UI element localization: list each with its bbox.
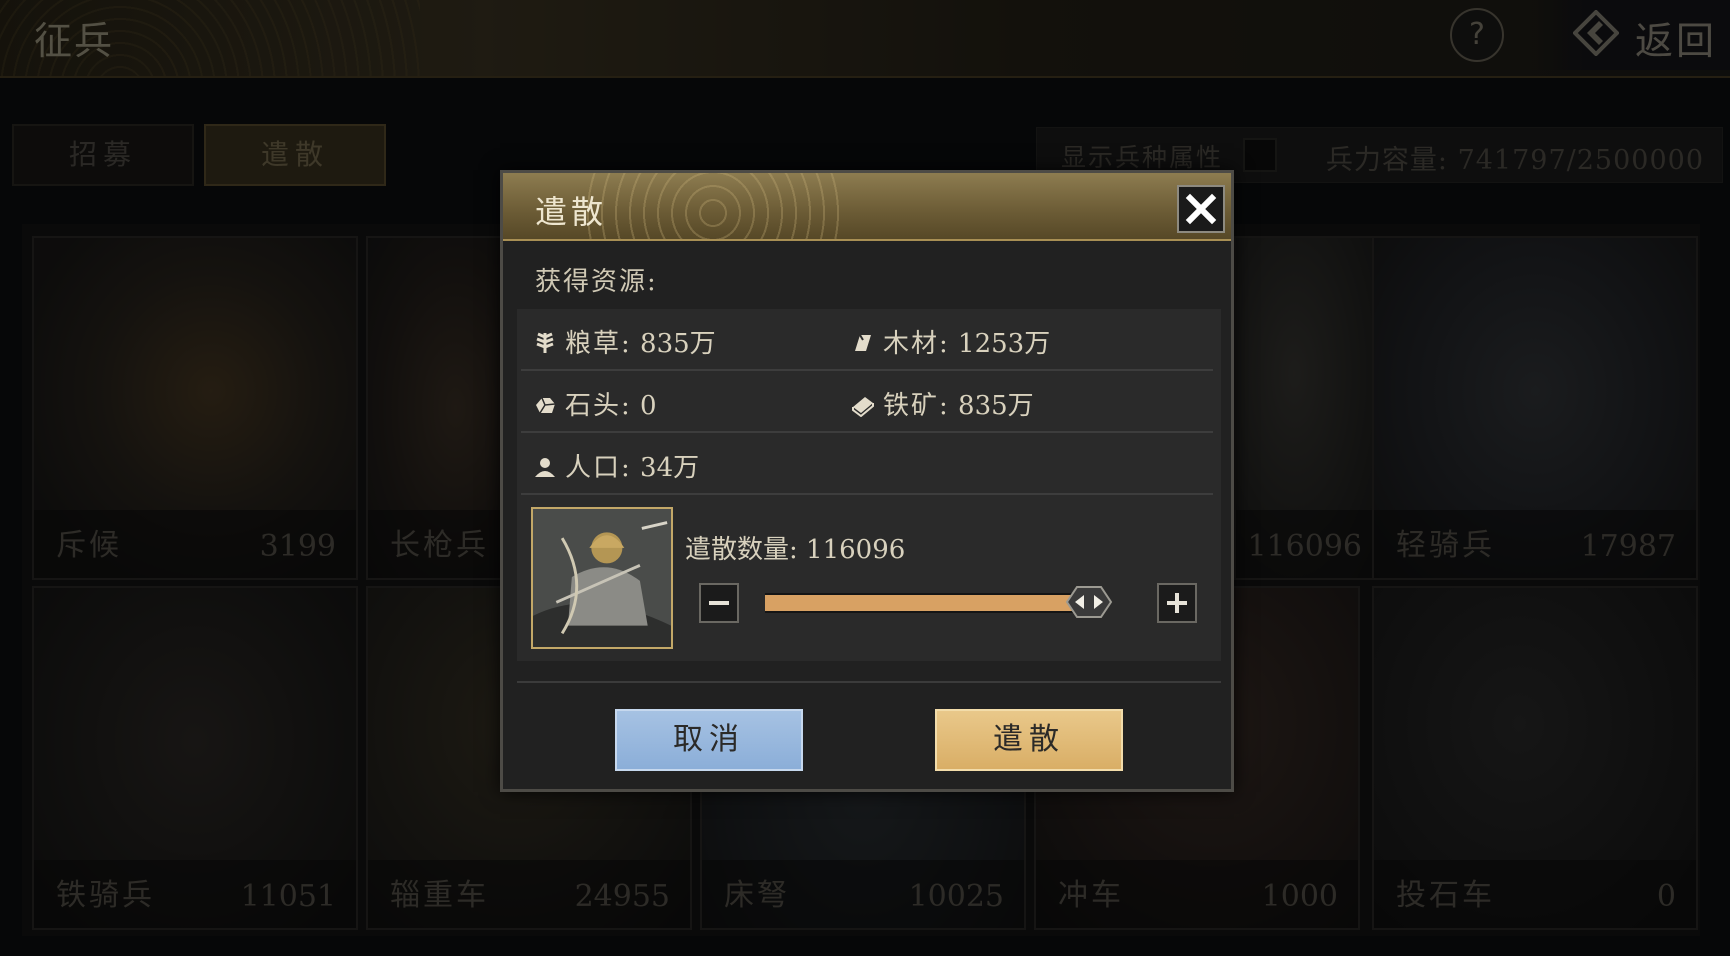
close-icon [1185, 193, 1217, 225]
dismiss-quantity: 遣散数量: 116096 [685, 529, 905, 566]
iron-ore-icon [852, 397, 874, 417]
resource-label: 铁矿: [883, 391, 950, 421]
dismiss-dialog: 遣散 获得资源: 粮草: 835万 木材: 1253万 石头: 0 铁矿: 83… [500, 170, 1234, 792]
archer-portrait-icon [533, 509, 671, 647]
slider-fill [765, 595, 1089, 611]
close-button[interactable] [1177, 185, 1225, 233]
dialog-header: 遣散 [503, 173, 1231, 241]
resource-row: 石头: 0 铁矿: 835万 [517, 371, 1221, 433]
resource-value: 835万 [640, 329, 716, 359]
dismiss-quantity-label: 遣散数量: [685, 535, 798, 565]
minus-icon [709, 601, 729, 605]
stone-icon [536, 397, 556, 414]
plus-icon [1167, 593, 1187, 613]
row-divider [521, 493, 1213, 495]
cancel-button[interactable]: 取消 [615, 709, 803, 771]
resource-label: 木材: [883, 329, 950, 359]
resource-value: 1253万 [958, 329, 1051, 359]
resource-value: 835万 [958, 391, 1034, 421]
quantity-slider[interactable] [765, 586, 1113, 618]
increase-button[interactable] [1157, 583, 1197, 623]
resources-label: 获得资源: [535, 267, 658, 297]
resource-wood: 木材: 1253万 [851, 323, 1050, 360]
confirm-dismiss-button[interactable]: 遣散 [935, 709, 1123, 771]
grain-icon [536, 332, 554, 353]
unit-portrait [531, 507, 673, 649]
resource-label: 粮草: [565, 329, 632, 359]
dialog-header-pattern [583, 173, 843, 239]
dialog-divider [517, 681, 1221, 683]
dialog-title: 遣散 [535, 193, 608, 231]
population-icon [535, 458, 555, 477]
resource-value: 34万 [640, 453, 700, 483]
resource-population: 人口: 34万 [533, 447, 699, 484]
dismiss-quantity-value: 116096 [806, 535, 906, 565]
resource-label: 人口: [565, 453, 632, 483]
resource-iron: 铁矿: 835万 [851, 385, 1034, 422]
resource-grain: 粮草: 835万 [533, 323, 716, 360]
slider-handle[interactable] [1065, 585, 1113, 619]
resource-label: 石头: [565, 391, 632, 421]
resource-row: 粮草: 835万 木材: 1253万 [517, 309, 1221, 371]
decrease-button[interactable] [699, 583, 739, 623]
wood-icon [855, 334, 871, 351]
resource-row: 人口: 34万 [517, 433, 1221, 495]
resource-value: 0 [640, 391, 657, 421]
resource-stone: 石头: 0 [533, 385, 657, 422]
